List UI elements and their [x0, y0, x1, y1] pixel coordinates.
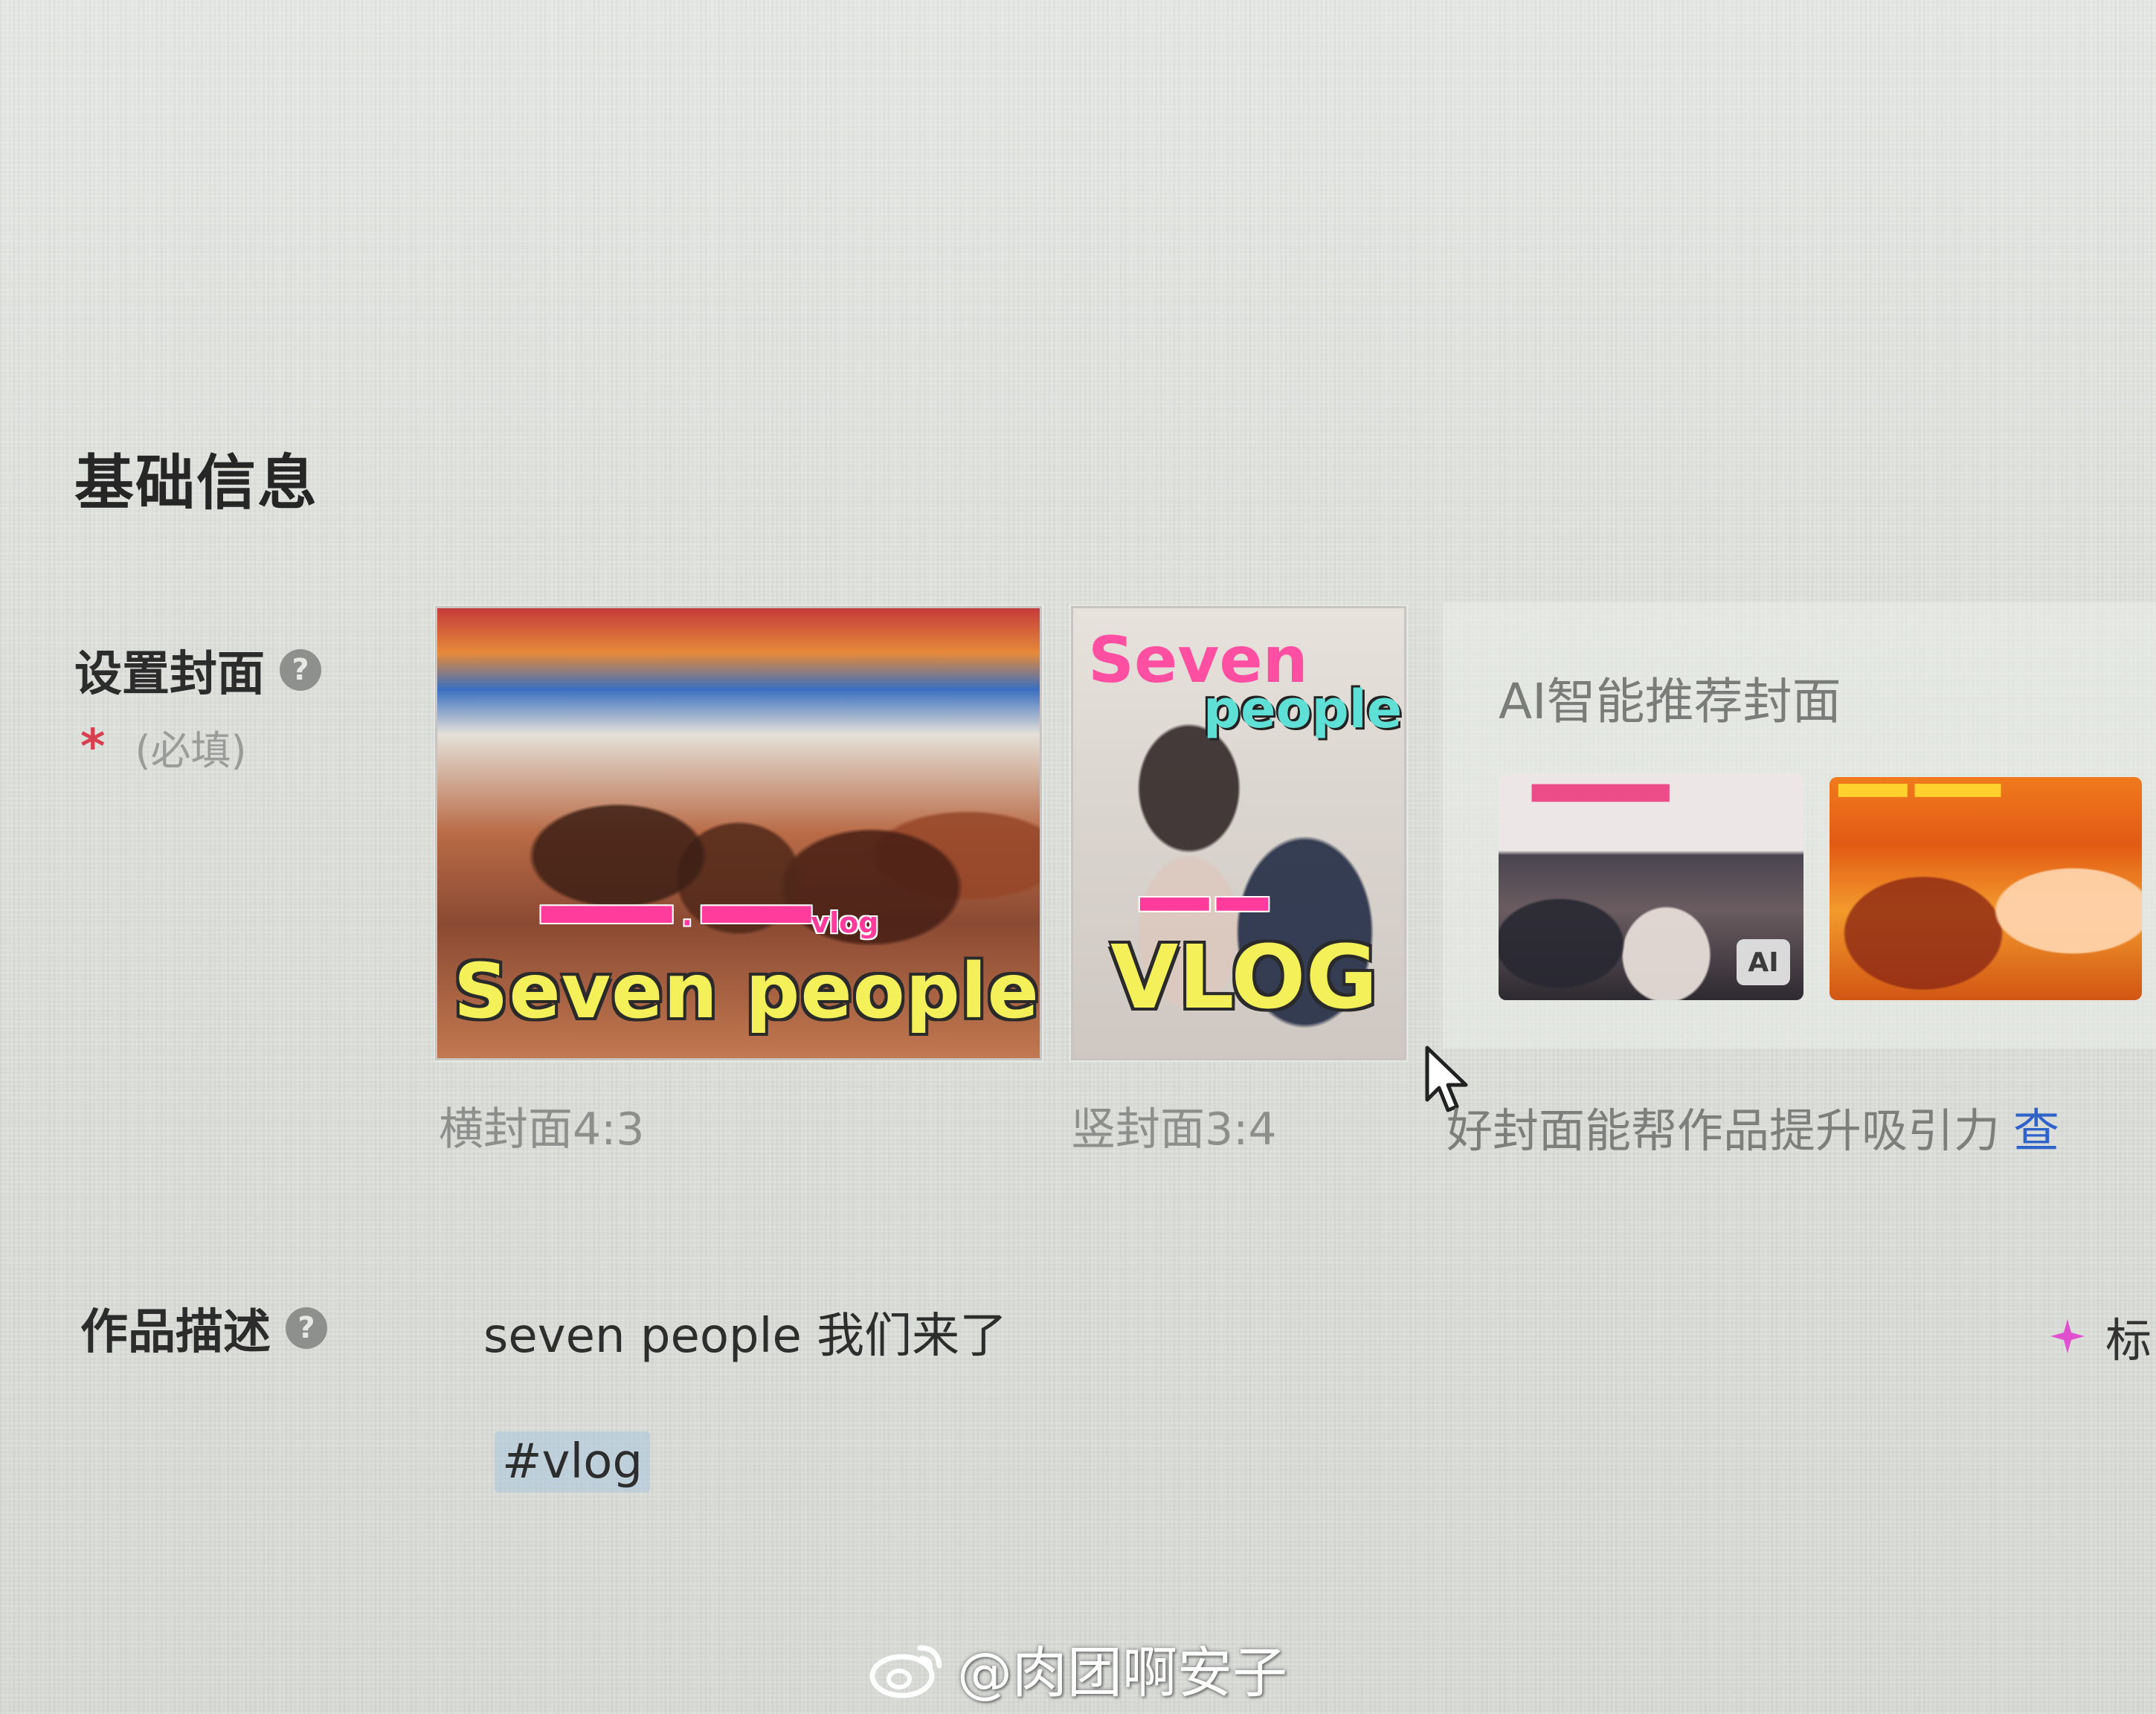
description-label-text: 作品描述: [80, 1305, 271, 1360]
cover-promo-text: 好封面能帮作品提升吸引力: [1447, 1104, 2001, 1158]
ai-cover-option-1-text: ▀▀▀▀▀▀: [1532, 785, 1670, 819]
description-field-label: 作品描述 ?: [80, 1294, 327, 1362]
horizontal-cover-thumbnail[interactable]: ▀▀▀▀▀▀ · ▀▀▀▀▀vlog Seven people: [435, 606, 1042, 1060]
ai-write-label: 标: [2105, 1313, 2152, 1367]
cover-promo-link[interactable]: 查: [2013, 1104, 2059, 1158]
hashtag-chip[interactable]: #vlog: [495, 1431, 651, 1492]
cover-label-text: 设置封面: [74, 647, 265, 702]
required-text: (必填): [135, 727, 247, 774]
required-indicator: * (必填): [80, 718, 247, 776]
cover-promo-row: 好封面能帮作品提升吸引力查: [1447, 1093, 2059, 1160]
watermark-text: @肉团啊安子: [957, 1641, 1287, 1705]
cover-field-label: 设置封面 ?: [74, 636, 321, 704]
ai-write-button[interactable]: 标: [2049, 1303, 2152, 1370]
ai-badge: AI: [1737, 939, 1790, 985]
vertical-cover-caption: 竖封面3:4: [1071, 1104, 1277, 1156]
description-input[interactable]: seven people 我们来了: [483, 1298, 1007, 1366]
horizontal-cover-title: Seven people: [454, 947, 1040, 1036]
question-circle-icon[interactable]: ?: [286, 1307, 327, 1349]
horizontal-cover-subtitle: ▀▀▀▀▀▀ · ▀▀▀▀▀vlog: [541, 906, 879, 939]
horizontal-cover-caption: 横封面4:3: [439, 1104, 645, 1156]
vertical-cover-title: VLOG: [1110, 926, 1378, 1028]
ai-cover-option-2[interactable]: ▀▀▀▀ ▀▀▀▀▀: [1830, 777, 2142, 1000]
weibo-logo-icon: [869, 1645, 942, 1698]
vertical-cover-subtitle: ▀▀▀▀ ▀▀▀: [1140, 898, 1268, 924]
vertical-cover-thumbnail[interactable]: Seven people ▀▀▀▀ ▀▀▀ VLOG: [1071, 606, 1406, 1060]
ai-cover-option-1[interactable]: ▀▀▀▀▀▀ AI: [1499, 773, 1803, 1000]
section-title: 基础信息: [74, 448, 318, 518]
sparkle-icon: [2050, 1319, 2085, 1353]
watermark: @肉团啊安子: [866, 1628, 1287, 1708]
ai-recommend-title: AI智能推荐封面: [1499, 673, 1841, 730]
required-star: *: [80, 719, 106, 775]
vertical-cover-top-text-2: people: [1203, 679, 1403, 740]
question-circle-icon[interactable]: ?: [280, 649, 321, 691]
ai-cover-option-2-text: ▀▀▀▀ ▀▀▀▀▀: [1838, 784, 2001, 811]
